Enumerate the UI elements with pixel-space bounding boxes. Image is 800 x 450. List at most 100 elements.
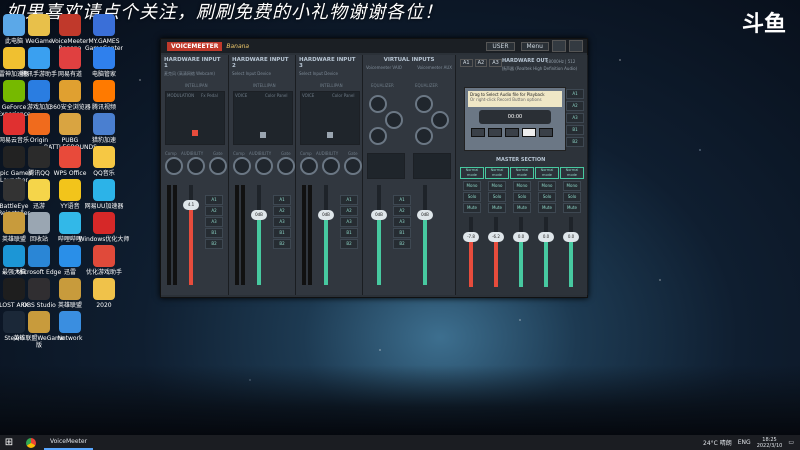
bus-assign-button[interactable]: B1 bbox=[205, 228, 223, 238]
comp-knob[interactable] bbox=[233, 157, 251, 175]
output-a2-label[interactable]: A2 bbox=[474, 59, 488, 67]
mid-knob[interactable] bbox=[385, 111, 403, 129]
menu-button[interactable]: Menu bbox=[520, 41, 549, 51]
bus-action-button[interactable]: Mute bbox=[538, 203, 556, 213]
stop-button[interactable] bbox=[505, 128, 519, 137]
fader-handle[interactable]: 0dB bbox=[371, 210, 387, 220]
bus-mode-button[interactable]: Normal mode bbox=[535, 167, 559, 179]
tape-out-b2[interactable]: B2 bbox=[566, 137, 584, 147]
bus-action-button[interactable]: Mute bbox=[488, 203, 506, 213]
bus-assign-button[interactable]: A1 bbox=[393, 195, 411, 205]
gate-knob[interactable] bbox=[277, 157, 295, 175]
minimize-button[interactable] bbox=[552, 40, 566, 52]
desktop-icon[interactable]: 猎豹加速 bbox=[78, 113, 130, 144]
forward-button[interactable] bbox=[488, 128, 502, 137]
virtual-pan-pad[interactable] bbox=[413, 153, 451, 179]
bus-assign-button[interactable]: A3 bbox=[340, 217, 358, 227]
fader-handle[interactable]: 0dB bbox=[318, 210, 334, 220]
weather-widget[interactable]: 24°C 晴朗 bbox=[703, 438, 732, 447]
pan-cursor[interactable] bbox=[260, 132, 266, 138]
hardware-input-strip-3[interactable]: HARDWARE INPUT 3 Select Input Device INT… bbox=[296, 55, 363, 295]
bus-assign-button[interactable]: A1 bbox=[340, 195, 358, 205]
gate-knob[interactable] bbox=[209, 157, 227, 175]
master-fader-handle[interactable]: 0.0 bbox=[563, 232, 579, 242]
bus-assign-button[interactable]: A3 bbox=[205, 217, 223, 227]
rewind-button[interactable] bbox=[471, 128, 485, 137]
bus-assign-button[interactable]: B2 bbox=[340, 239, 358, 249]
voicemeeter-window[interactable]: VOICEMEETER Banana USER Menu HARDWARE IN… bbox=[160, 38, 588, 298]
bus-mode-button[interactable]: Normal mode bbox=[560, 167, 584, 179]
tape-out-a3[interactable]: A3 bbox=[566, 113, 584, 123]
desktop-icon[interactable]: QQ音乐 bbox=[78, 146, 130, 177]
bass-knob[interactable] bbox=[369, 127, 387, 145]
bus-action-button[interactable]: Solo bbox=[488, 192, 506, 202]
bus-action-button[interactable]: Solo bbox=[513, 192, 531, 202]
bus-assign-button[interactable]: A2 bbox=[273, 206, 291, 216]
taskbar-app-voicemeeter[interactable]: VoiceMeeter bbox=[44, 435, 94, 450]
output-a1-label[interactable]: A1 bbox=[460, 59, 473, 67]
bus-assign-button[interactable]: A2 bbox=[393, 206, 411, 216]
desktop-icon[interactable]: 网易UU加速器 bbox=[78, 179, 130, 210]
strip-device[interactable]: Select Input Device bbox=[296, 71, 362, 76]
audibility-knob[interactable] bbox=[322, 157, 340, 175]
intellipan-pad[interactable] bbox=[165, 91, 225, 145]
virtual-pan-pad[interactable] bbox=[367, 153, 405, 179]
chrome-taskbar-icon[interactable] bbox=[26, 437, 36, 448]
desktop-icon[interactable]: 优化游戏助手 bbox=[78, 245, 130, 276]
output-a3-label[interactable]: A3 bbox=[489, 59, 502, 67]
bus-assign-button[interactable]: A1 bbox=[273, 195, 291, 205]
pan-cursor[interactable] bbox=[192, 130, 198, 136]
bus-mode-button[interactable]: Normal mode bbox=[485, 167, 509, 179]
bus-action-button[interactable]: Mute bbox=[563, 203, 581, 213]
bus-mode-button[interactable]: Normal mode bbox=[510, 167, 534, 179]
comp-knob[interactable] bbox=[300, 157, 318, 175]
hardware-input-strip-2[interactable]: HARDWARE INPUT 2 Select Input Device INT… bbox=[229, 55, 296, 295]
fader-handle[interactable]: 0dB bbox=[251, 210, 267, 220]
desktop-icon[interactable]: Windows优化大师 bbox=[78, 212, 130, 243]
comp-knob[interactable] bbox=[165, 157, 183, 175]
master-fader-handle[interactable]: -7.8 bbox=[463, 232, 479, 242]
language-indicator[interactable]: ENG bbox=[738, 439, 751, 446]
intellipan-pad[interactable] bbox=[233, 91, 293, 145]
master-fader-handle[interactable]: 0.0 bbox=[513, 232, 529, 242]
bus-action-button[interactable]: Mono bbox=[488, 181, 506, 191]
bus-action-button[interactable]: Solo bbox=[538, 192, 556, 202]
strip-device[interactable]: Select Input Device bbox=[229, 71, 295, 76]
voicemeeter-titlebar[interactable]: VOICEMEETER Banana USER Menu bbox=[161, 39, 587, 53]
bus-assign-button[interactable]: A2 bbox=[340, 206, 358, 216]
tape-out-b1[interactable]: B1 bbox=[566, 125, 584, 135]
output-device[interactable]: 扬声器 (Realtek High Definition Audio) bbox=[502, 66, 584, 72]
tape-out-a2[interactable]: A2 bbox=[566, 101, 584, 111]
bus-assign-button[interactable]: A3 bbox=[393, 217, 411, 227]
desktop-icon[interactable]: 电脑管家 bbox=[78, 47, 130, 78]
bus-action-button[interactable]: Solo bbox=[563, 192, 581, 202]
bus-action-button[interactable]: Mono bbox=[463, 181, 481, 191]
notification-icon[interactable]: ▭ bbox=[788, 439, 794, 446]
hardware-input-strip-1[interactable]: HARDWARE INPUT 1 麦克风 (高清网络 Webcam) INTEL… bbox=[161, 55, 229, 295]
mid-knob[interactable] bbox=[431, 111, 449, 129]
strip-device[interactable]: 麦克风 (高清网络 Webcam) bbox=[161, 71, 228, 77]
output-master-section[interactable]: A1 A2 A3 HARDWARE OUT 48000Hz | 512 扬声器 … bbox=[456, 55, 588, 295]
desktop-icon[interactable]: 腾讯视频 bbox=[78, 80, 130, 111]
bus-action-button[interactable]: Mono bbox=[513, 181, 531, 191]
intellipan-pad[interactable] bbox=[300, 91, 360, 145]
bus-assign-button[interactable]: B1 bbox=[340, 228, 358, 238]
pan-cursor[interactable] bbox=[327, 132, 333, 138]
virtual-inputs-section[interactable]: VIRTUAL INPUTS Voicemeeter VAIO Voicemee… bbox=[363, 55, 456, 295]
bus-assign-button[interactable]: B2 bbox=[273, 239, 291, 249]
bus-action-button[interactable]: Mute bbox=[513, 203, 531, 213]
audibility-knob[interactable] bbox=[187, 157, 205, 175]
bus-assign-button[interactable]: B1 bbox=[273, 228, 291, 238]
audibility-knob[interactable] bbox=[255, 157, 273, 175]
bus-action-button[interactable]: Mute bbox=[463, 203, 481, 213]
gate-knob[interactable] bbox=[344, 157, 362, 175]
bus-assign-button[interactable]: A3 bbox=[273, 217, 291, 227]
bus-assign-button[interactable]: B1 bbox=[393, 228, 411, 238]
master-fader-handle[interactable]: -6.2 bbox=[488, 232, 504, 242]
tape-out-a1[interactable]: A1 bbox=[566, 89, 584, 99]
user-button[interactable]: USER bbox=[486, 41, 515, 51]
bus-assign-button[interactable]: A1 bbox=[205, 195, 223, 205]
bus-action-button[interactable]: Solo bbox=[463, 192, 481, 202]
desktop-icon[interactable]: 2020 bbox=[78, 278, 130, 309]
bus-mode-button[interactable]: Normal mode bbox=[460, 167, 484, 179]
